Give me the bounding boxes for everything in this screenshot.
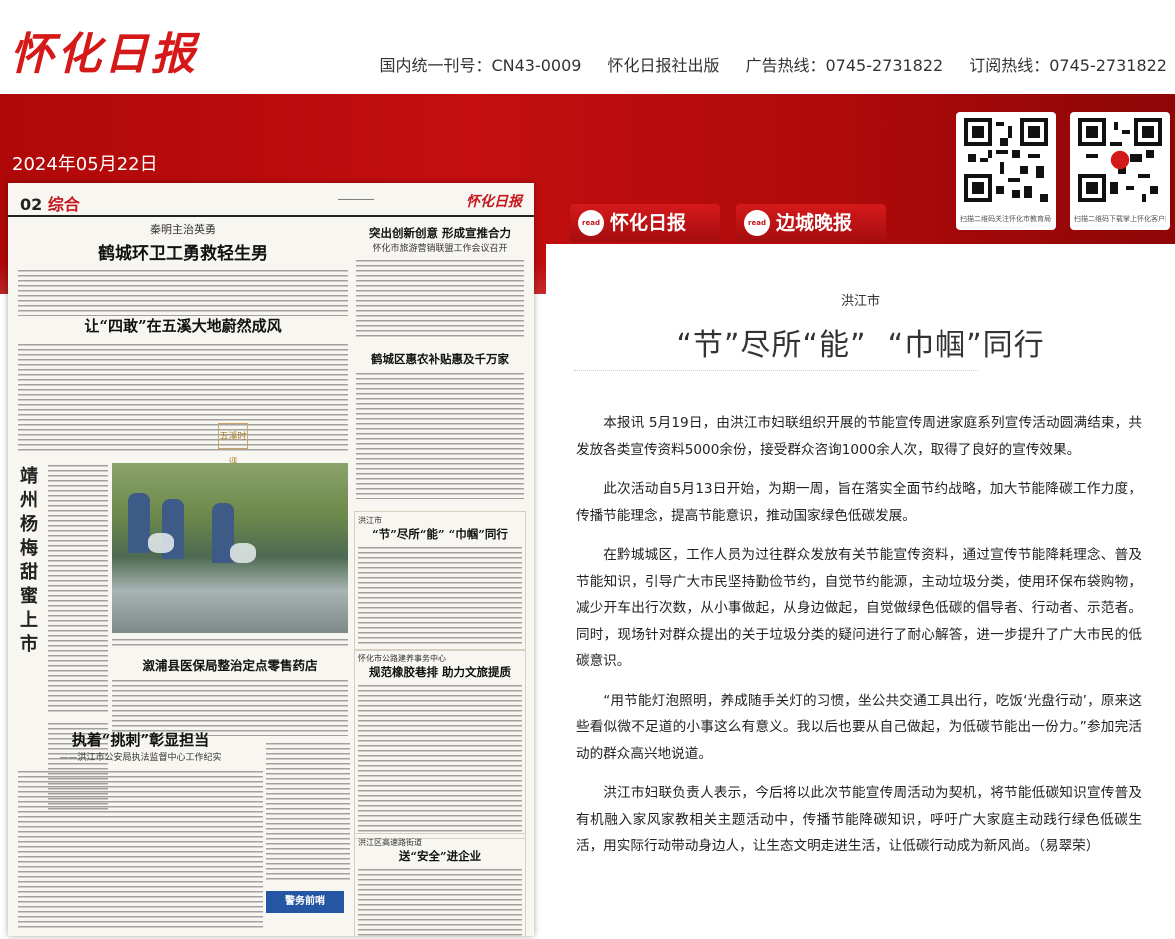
- article-huanwei[interactable]: 秦明主治英勇 鹤城环卫工勇救轻生男: [18, 221, 348, 316]
- qr-code-icon: [964, 118, 1048, 202]
- issn-text: 国内统一刊号：CN43-0009: [379, 56, 582, 75]
- headline-jieneng: “节”尽所“能” “巾帼”同行: [372, 527, 508, 541]
- article-text: [356, 260, 524, 340]
- qr-code-2: 扫描二维码下载掌上怀化客户端: [1070, 112, 1170, 230]
- article-text: [18, 344, 348, 452]
- headline-huinong: 鹤城区惠农补贴惠及千万家: [371, 352, 509, 366]
- article-paragraph: 此次活动自5月13日开始，为期一周，旨在落实全面节约战略，加大节能降碳工作力度，…: [576, 481, 1142, 524]
- page-masthead: 怀化日报: [466, 194, 522, 210]
- article-title: “节”尽所“能” “巾帼”同行: [676, 328, 1045, 363]
- tab-label: 边城晚报: [776, 212, 853, 234]
- article-paragraph: 在黔城城区，工作人员为过往群众发放有关节能宣传资料，通过宣传节能降耗理念、普及节…: [576, 547, 1142, 669]
- article-tiaoci[interactable]: 执着“挑刺”彰显担当 ——洪江市公安局执法监督中心工作纪实: [18, 729, 263, 931]
- photo-bag: [230, 543, 256, 563]
- qr-code-icon: [1078, 118, 1162, 202]
- headline-sigan: 让“四敢”在五溪大地蔚然成风: [84, 317, 282, 335]
- subscribe-hotline: 订阅热线：0745-2731822: [969, 56, 1167, 75]
- page-number: 02 综合: [20, 191, 80, 215]
- article-sigan[interactable]: 让“四敢”在五溪大地蔚然成风: [18, 315, 348, 452]
- article-text: [112, 680, 348, 736]
- photo-caption: [112, 639, 348, 649]
- header-info: 国内统一刊号：CN43-0009 怀化日报社出版 广告热线：0745-2731822…: [353, 52, 1167, 76]
- site-header: 怀化日报 国内统一刊号：CN43-0009 怀化日报社出版 广告热线：0745-27…: [0, 0, 1175, 94]
- article-text: [356, 373, 524, 499]
- headline-tiaoci-sub: ——洪江市公安局执法监督中心工作纪实: [59, 753, 222, 763]
- page-header: 02 综合 ━━━━━━━━━━━━ 怀化日报: [8, 183, 534, 217]
- headline-huanwei: 鹤城环卫工勇救轻生男: [98, 244, 268, 264]
- article-text: [358, 547, 522, 647]
- headline-chuangxin-sub: 怀化市旅游营销联盟工作会议召开: [372, 244, 508, 254]
- photo-bag: [148, 533, 174, 553]
- headline-kicker: 秦明主治英勇: [150, 223, 216, 236]
- qr-code-1: 扫描二维码关注怀化市教育局公众号: [956, 112, 1056, 230]
- headline-xupu: 溆浦县医保局整治定点零售药店: [142, 658, 318, 673]
- headline-yangmei[interactable]: 靖州杨梅甜蜜上市: [16, 465, 42, 657]
- article-paragraph: “用节能灯泡照明，养成随手关灯的习惯，坐公共交通工具出行，吃饭‘光盘行动’，原来…: [576, 692, 1142, 762]
- commentary-stamp: 五溪时评: [218, 423, 248, 468]
- article-text: [358, 869, 522, 936]
- read-badge: read: [744, 210, 770, 236]
- article-text: [18, 270, 348, 316]
- tab-label: 怀化日报: [610, 212, 687, 234]
- tab-biancheng-evening[interactable]: read 边城晚报: [736, 204, 886, 242]
- page-meta: ━━━━━━━━━━━━: [338, 197, 375, 203]
- title-divider: [574, 370, 978, 371]
- article-jieneng[interactable]: 洪江市 “节”尽所“能” “巾帼”同行: [354, 511, 526, 651]
- article-panel: 洪江市 “节”尽所“能” “巾帼”同行 本报讯 5月19日，由洪江市妇联组织开展…: [546, 244, 1175, 939]
- article-kicker: 洪江市: [840, 294, 880, 309]
- article-text: [358, 685, 522, 835]
- photo-figure: [128, 493, 150, 553]
- article-text: [18, 771, 263, 931]
- ad-hotline: 广告热线：0745-2731822: [745, 56, 944, 75]
- publisher-text: 怀化日报社出版: [607, 56, 720, 75]
- headline-chuangxin: 突出创新创意 形成宣推合力: [368, 226, 511, 240]
- article-chuangxin[interactable]: 突出创新创意 形成宣推合力 怀化市旅游营销联盟工作会议召开: [356, 225, 524, 340]
- qr-caption-2: 扫描二维码下载掌上怀化客户端: [1074, 215, 1166, 223]
- article-huinong[interactable]: 鹤城区惠农补贴惠及千万家: [356, 351, 524, 499]
- police-logo: 警务前哨: [266, 891, 344, 913]
- headline-anquan-kicker: 洪江区高速路街道: [358, 838, 422, 847]
- article-text: [48, 465, 108, 715]
- article-gonglu[interactable]: 怀化市公路建养事务中心 规范橡胶巷排 助力文旅提质: [354, 649, 526, 839]
- headline-jieneng-kicker: 洪江市: [358, 516, 382, 525]
- page-number-value: 02: [20, 195, 43, 214]
- article-text: [266, 743, 350, 883]
- read-badge: read: [578, 210, 604, 236]
- article-body: 本报讯 5月19日，由洪江市妇联组织开展的节能宣传周进家庭系列宣传活动圆满结束，…: [576, 410, 1142, 873]
- headline-tiaoci: 执着“挑刺”彰显担当: [71, 731, 210, 749]
- article-paragraph: 本报讯 5月19日，由洪江市妇联组织开展的节能宣传周进家庭系列宣传活动圆满结束，…: [576, 415, 1142, 458]
- headline-gonglu-kicker: 怀化市公路建养事务中心: [358, 654, 446, 663]
- site-logo[interactable]: 怀化日报: [10, 18, 198, 82]
- headline-anquan: 送“安全”进企业: [398, 849, 482, 863]
- article-anquan[interactable]: 洪江区高速路街道 送“安全”进企业: [354, 833, 526, 936]
- headline-gonglu: 规范橡胶巷排 助力文旅提质: [368, 665, 511, 679]
- page-section: 综合: [47, 195, 80, 214]
- qr-caption-1: 扫描二维码关注怀化市教育局公众号: [960, 215, 1052, 223]
- newspaper-page[interactable]: 02 综合 ━━━━━━━━━━━━ 怀化日报 秦明主治英勇 鹤城环卫工勇救轻生…: [8, 183, 534, 936]
- news-photo[interactable]: [112, 463, 348, 633]
- tab-huaihua-daily[interactable]: read 怀化日报: [570, 204, 720, 242]
- article-paragraph: 洪江市妇联负责人表示，今后将以此次节能宣传周活动为契机，将节能低碳知识宣传普及有…: [576, 785, 1142, 854]
- issue-date: 2024年05月22日: [12, 154, 158, 175]
- article-xupu[interactable]: 溆浦县医保局整治定点零售药店: [112, 655, 348, 736]
